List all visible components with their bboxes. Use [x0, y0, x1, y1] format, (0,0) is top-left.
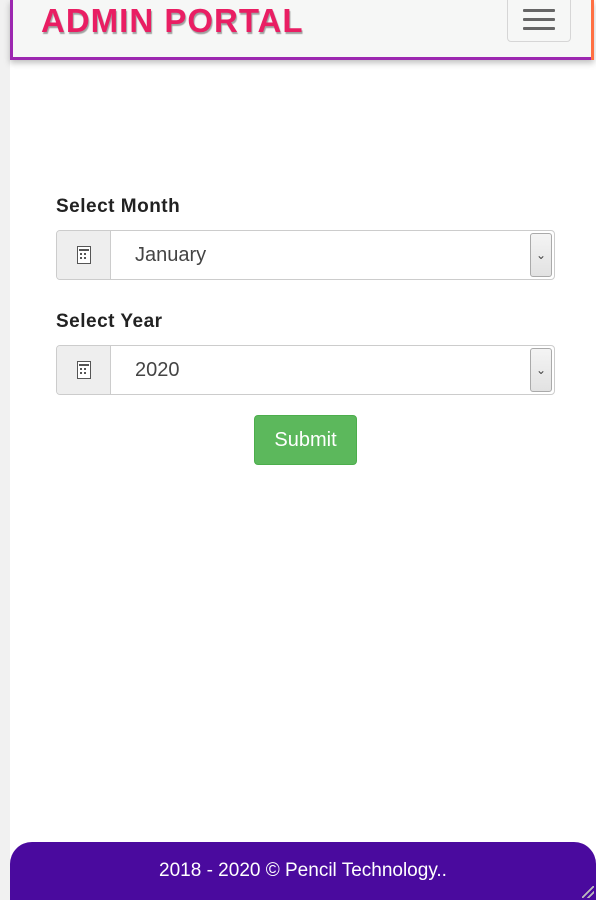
navbar: ADMIN PORTAL	[10, 0, 594, 60]
select-month-label: Select Month	[56, 196, 181, 217]
select-year-label: Select Year	[56, 311, 163, 332]
footer-copyright: 2018 - 2020 © Pencil Technology..	[159, 860, 447, 881]
year-select-value: 2020	[135, 358, 180, 381]
left-rail	[0, 0, 10, 900]
year-select[interactable]: 2020 ⌄	[111, 346, 554, 394]
navbar-accent	[591, 0, 594, 60]
submit-button[interactable]: Submit	[254, 415, 357, 465]
month-addon	[57, 231, 111, 279]
hamburger-menu-icon	[523, 9, 555, 12]
submit-wrap: Submit	[254, 415, 357, 465]
calendar-icon	[76, 246, 91, 264]
year-addon	[57, 346, 111, 394]
calendar-icon	[76, 361, 91, 379]
menu-toggle-button[interactable]	[507, 0, 571, 42]
chevron-down-icon[interactable]: ⌄	[530, 233, 552, 277]
footer: 2018 - 2020 © Pencil Technology..	[10, 842, 596, 900]
hamburger-bar-middle	[523, 18, 555, 21]
month-select-value: January	[135, 243, 207, 266]
year-input-group: 2020 ⌄	[56, 345, 555, 395]
report-form: Select Month January ⌄ Select Year 2020 …	[56, 195, 555, 395]
month-select[interactable]: January ⌄	[111, 231, 554, 279]
month-input-group: January ⌄	[56, 230, 555, 280]
resize-grip-icon[interactable]	[582, 886, 594, 898]
brand-title[interactable]: ADMIN PORTAL	[41, 2, 304, 40]
chevron-down-icon[interactable]: ⌄	[530, 348, 552, 392]
hamburger-bar-bottom	[523, 27, 555, 30]
